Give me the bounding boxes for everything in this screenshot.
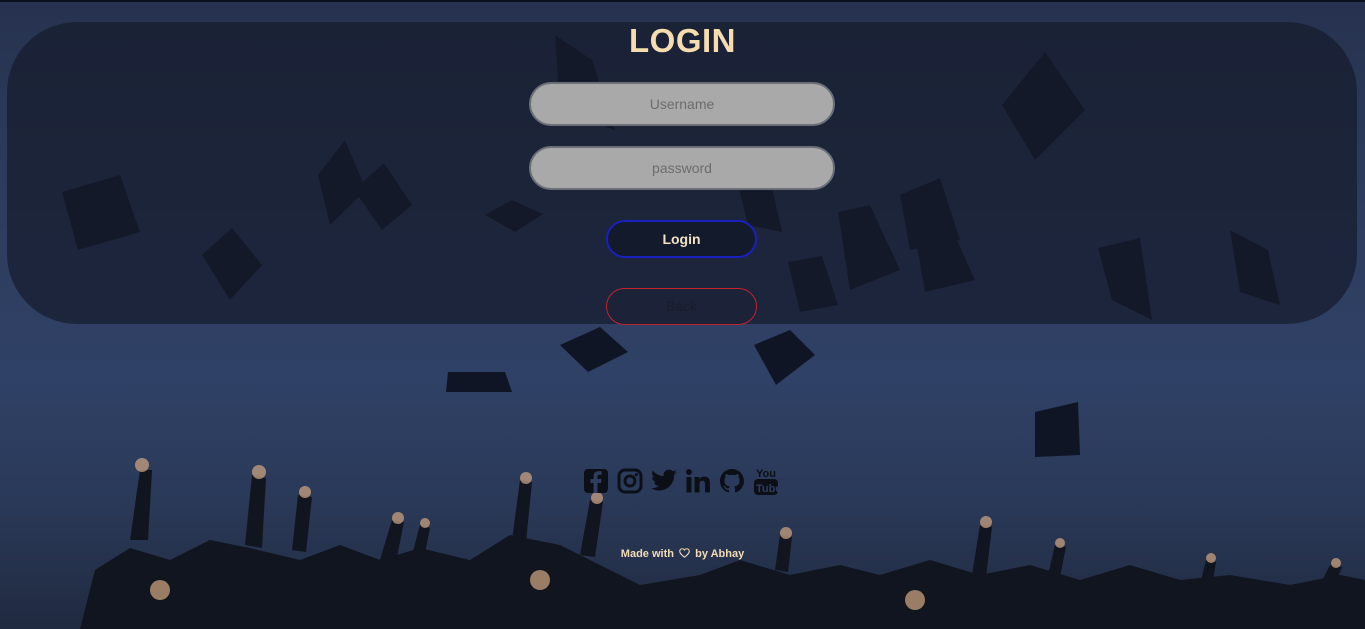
footer-author: by Abhay xyxy=(695,548,745,560)
footer-credit: Made with by Abhay xyxy=(0,548,1365,561)
password-input[interactable] xyxy=(529,146,835,190)
social-links: You Tube xyxy=(582,465,780,497)
page-title: LOGIN xyxy=(629,22,736,59)
top-border xyxy=(0,0,1365,2)
footer-made-with: Made with xyxy=(620,548,674,560)
back-button[interactable]: Back xyxy=(606,288,757,325)
github-icon[interactable] xyxy=(718,465,746,497)
svg-text:Tube: Tube xyxy=(756,483,779,495)
heart-icon xyxy=(679,548,690,561)
twitter-icon[interactable] xyxy=(650,465,678,497)
svg-text:You: You xyxy=(756,468,776,480)
username-input[interactable] xyxy=(529,82,835,126)
login-button[interactable]: Login xyxy=(606,220,757,258)
linkedin-icon[interactable] xyxy=(684,465,712,497)
instagram-icon[interactable] xyxy=(616,465,644,497)
facebook-icon[interactable] xyxy=(582,465,610,497)
youtube-icon[interactable]: You Tube xyxy=(752,465,780,497)
